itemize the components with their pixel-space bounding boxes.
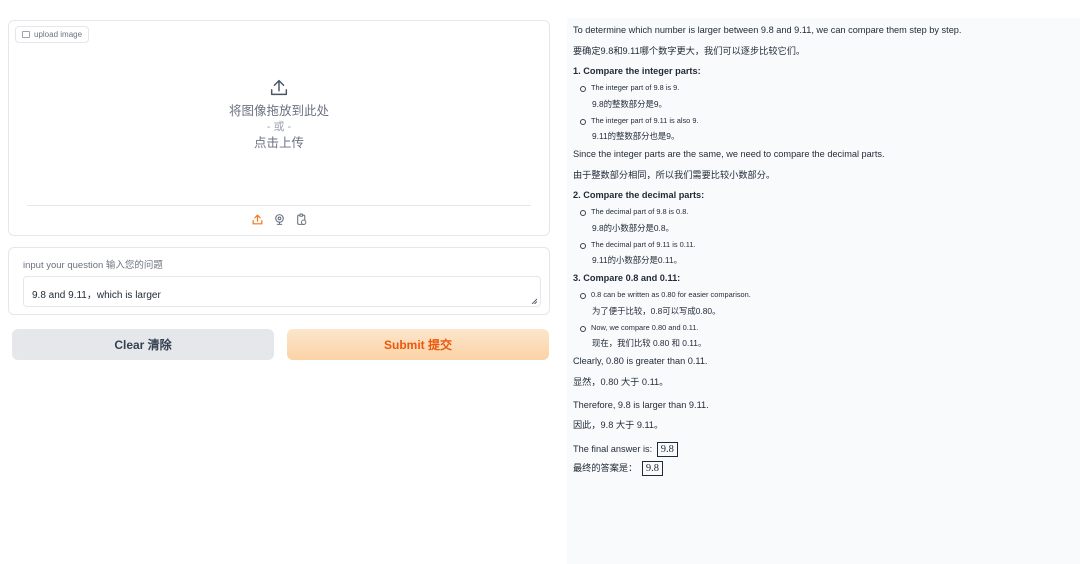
step1-bullet-2-cn: 9.11的整数部分也是9。 — [592, 131, 680, 141]
step3-bullet-1: 0.8 can be written as 0.80 for easier co… — [573, 290, 1080, 300]
question-panel: input your question 输入您的问题 9.8 and 9.11，… — [8, 247, 550, 315]
webcam-icon — [274, 214, 284, 225]
question-input[interactable]: 9.8 and 9.11，which is larger — [23, 276, 541, 307]
final-answer-en: The final answer is: 9.8 — [573, 442, 1080, 457]
step1-bullet-1: The integer part of 9.8 is 9. — [573, 83, 1080, 93]
answer-intro-en: To determine which number is larger betw… — [573, 25, 962, 35]
final-answer-en-value: 9.8 — [656, 442, 678, 457]
upload-source-bar — [27, 205, 531, 233]
resize-grip-icon[interactable] — [531, 298, 537, 304]
same-parts-en: Since the integer parts are the same, we… — [573, 149, 885, 159]
drop-here-text: 将图像拖放到此处 — [228, 104, 329, 118]
answer-intro-cn: 要确定9.8和9.11哪个数字更大，我们可以逐步比较它们。 — [573, 45, 806, 56]
final-answer-cn: 最终的答案是： 9.8 — [573, 461, 1080, 476]
image-drop-zone[interactable]: 将图像拖放到此处 - 或 - 点击上传 — [9, 77, 549, 187]
step2-bullet-2-cn: 9.11的小数部分是0.11。 — [592, 255, 682, 265]
upload-arrow-icon — [270, 79, 288, 96]
upload-image-tag: upload image — [15, 26, 90, 43]
step3-title: 3. Compare 0.8 and 0.11: — [573, 273, 681, 283]
therefore-en: Therefore, 9.8 is larger than 9.11. — [573, 399, 709, 410]
clipboard-source-button[interactable] — [294, 213, 308, 227]
final-answer-en-label: The final answer is: — [573, 444, 653, 454]
upload-source-button[interactable] — [250, 213, 264, 227]
submit-button[interactable]: Submit 提交 — [287, 329, 549, 360]
step2-bullet-2: The decimal part of 9.11 is 0.11. — [573, 240, 1080, 250]
step2-title: 2. Compare the decimal parts: — [573, 190, 705, 200]
step3-bullet-2-cn: 现在，我们比较 0.80 和 0.11。 — [592, 338, 707, 348]
step1-bullet-1-cn: 9.8的整数部分是9。 — [592, 98, 667, 109]
image-upload-panel: upload image 将图像拖放到此处 - 或 - 点击上传 — [8, 20, 550, 236]
same-parts-cn: 由于整数部分相同，所以我们需要比较小数部分。 — [573, 169, 776, 180]
clearly-cn: 显然，0.80 大于 0.11。 — [573, 376, 669, 387]
answer-output: To determine which number is larger betw… — [567, 18, 1080, 564]
step1-bullet-2: The integer part of 9.11 is also 9. — [573, 116, 1080, 126]
upload-image-label: upload image — [34, 30, 83, 39]
clear-button[interactable]: Clear 清除 — [12, 329, 274, 360]
step2-bullet-1-cn: 9.8的小数部分是0.8。 — [592, 222, 674, 233]
final-answer-cn-value: 9.8 — [641, 461, 663, 476]
step3-bullet-1-cn: 为了便于比较，0.8可以写成0.80。 — [592, 305, 721, 316]
step3-bullet-2: Now, we compare 0.80 and 0.11. — [573, 323, 1080, 333]
clipboard-icon — [296, 213, 306, 225]
clearly-en: Clearly, 0.80 is greater than 0.11. — [573, 356, 708, 366]
final-answer-cn-label: 最终的答案是： — [573, 463, 638, 473]
step1-title: 1. Compare the integer parts: — [573, 66, 701, 76]
step2-bullet-1: The decimal part of 9.8 is 0.8. — [573, 207, 1080, 217]
question-label: input your question 输入您的问题 — [23, 260, 163, 271]
or-divider-text: - 或 - — [266, 121, 292, 133]
upload-icon — [252, 214, 262, 225]
image-icon — [22, 31, 30, 38]
therefore-cn: 因此，9.8 大于 9.11。 — [573, 420, 664, 430]
click-to-upload-text: 点击上传 — [253, 136, 304, 150]
webcam-source-button[interactable] — [272, 213, 286, 227]
